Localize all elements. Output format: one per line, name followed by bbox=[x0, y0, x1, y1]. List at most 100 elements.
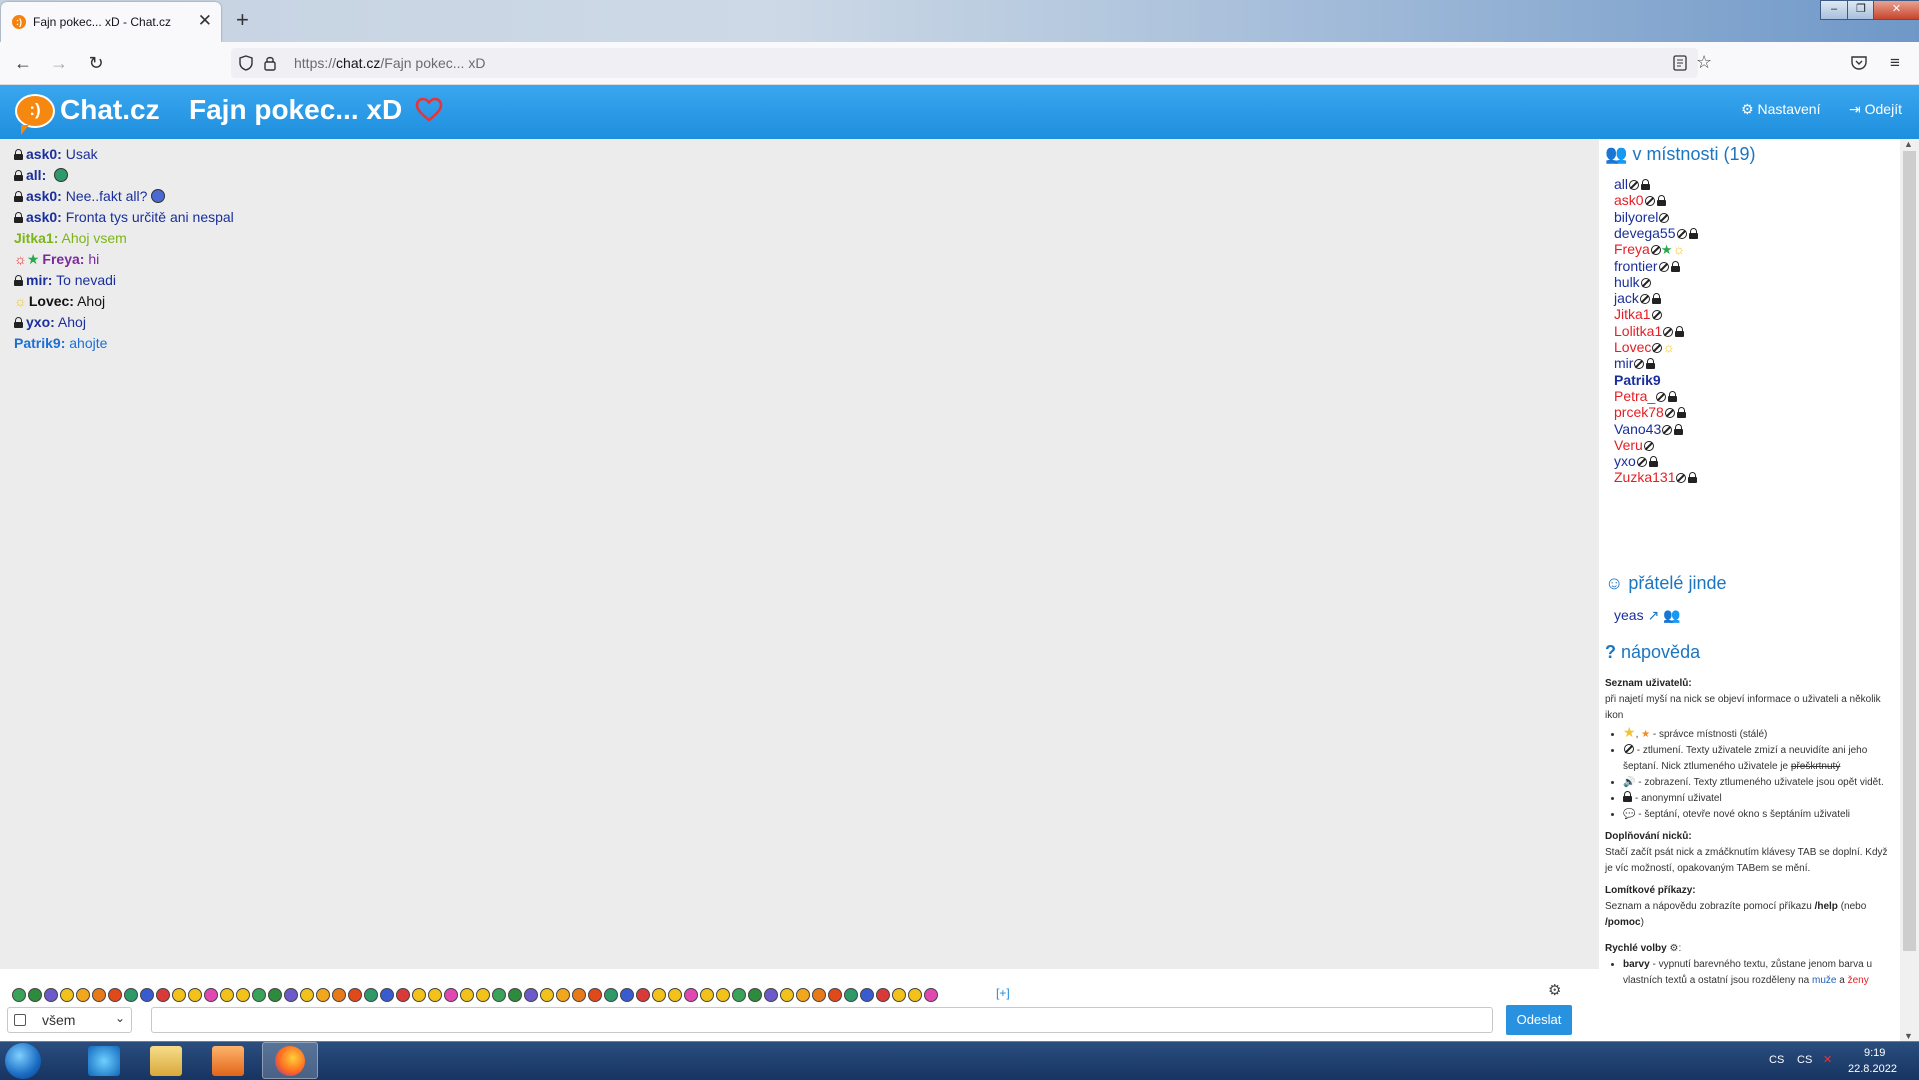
media-player-icon[interactable] bbox=[212, 1046, 244, 1076]
clock-time[interactable]: 9:19 bbox=[1864, 1047, 1885, 1059]
mute-icon[interactable] bbox=[1662, 424, 1673, 435]
emoticon-icon[interactable] bbox=[284, 987, 298, 1002]
emoticon-icon[interactable] bbox=[748, 987, 762, 1002]
emoticon-icon[interactable] bbox=[348, 987, 362, 1002]
sidebar-scrollbar[interactable]: ▲ ▼ bbox=[1900, 139, 1919, 1041]
firefox-taskbar-item[interactable] bbox=[262, 1042, 318, 1079]
emoticon-icon[interactable] bbox=[684, 987, 698, 1002]
emoticon-icon[interactable] bbox=[220, 987, 234, 1002]
more-emoticons-link[interactable]: [+] bbox=[996, 986, 1010, 1000]
emoticon-icon[interactable] bbox=[92, 987, 106, 1002]
men-link[interactable]: muže bbox=[1812, 975, 1836, 986]
reload-icon[interactable]: ↻ bbox=[85, 52, 107, 74]
emoticon-icon[interactable] bbox=[108, 987, 122, 1002]
emoticon-icon[interactable] bbox=[764, 987, 778, 1002]
mute-icon[interactable] bbox=[1651, 310, 1662, 321]
mute-icon[interactable] bbox=[1644, 196, 1655, 207]
friend-item[interactable]: yeas ↗ 👥 bbox=[1614, 607, 1681, 623]
internet-explorer-icon[interactable] bbox=[88, 1046, 120, 1076]
user-list-item[interactable]: Zuzka131 bbox=[1614, 469, 1700, 485]
user-list-item[interactable]: frontier bbox=[1614, 258, 1683, 274]
emoticon-icon[interactable] bbox=[332, 987, 346, 1002]
bookmark-star-icon[interactable]: ☆ bbox=[1696, 52, 1712, 73]
back-arrow-icon[interactable]: ← bbox=[12, 52, 34, 74]
user-list-item[interactable]: Lovec ☼ bbox=[1614, 339, 1675, 355]
emoticon-icon[interactable] bbox=[28, 987, 42, 1002]
url-text[interactable]: https://chat.cz/Fajn pokec... xD bbox=[294, 55, 485, 71]
scrollbar-thumb[interactable] bbox=[1903, 151, 1916, 951]
emoticon-icon[interactable] bbox=[44, 987, 58, 1002]
emoticon-icon[interactable] bbox=[268, 987, 282, 1002]
send-button[interactable]: Odeslat bbox=[1506, 1005, 1572, 1035]
emoticon-icon[interactable] bbox=[700, 987, 714, 1002]
emoticon-icon[interactable] bbox=[716, 987, 730, 1002]
emoticon-icon[interactable] bbox=[732, 987, 746, 1002]
mute-icon[interactable] bbox=[1676, 473, 1687, 484]
mute-icon[interactable] bbox=[1658, 261, 1669, 272]
user-list-item[interactable]: Vano43 bbox=[1614, 421, 1686, 437]
user-list-item[interactable]: Veru bbox=[1614, 437, 1654, 453]
logout-link[interactable]: ⇥ Odejít bbox=[1849, 101, 1902, 118]
browser-tab[interactable]: :) Fajn pokec... xD - Chat.cz ✕ bbox=[1, 2, 221, 42]
user-list-item[interactable]: all bbox=[1614, 176, 1653, 192]
emoticon-icon[interactable] bbox=[140, 987, 154, 1002]
clock-date[interactable]: 22.8.2022 bbox=[1848, 1063, 1897, 1075]
message-nick[interactable]: yxo: bbox=[26, 314, 55, 330]
emoticon-icon[interactable] bbox=[236, 987, 250, 1002]
mute-icon[interactable] bbox=[1643, 440, 1654, 451]
mute-icon[interactable] bbox=[1663, 326, 1674, 337]
mute-icon[interactable] bbox=[1636, 457, 1647, 468]
pocket-icon[interactable] bbox=[1851, 55, 1867, 70]
input-settings-gear-icon[interactable]: ⚙ bbox=[1548, 981, 1561, 999]
emoticon-icon[interactable] bbox=[412, 987, 426, 1002]
emoticon-icon[interactable] bbox=[540, 987, 554, 1002]
emoticon-icon[interactable] bbox=[860, 987, 874, 1002]
emoticon-icon[interactable] bbox=[156, 987, 170, 1002]
emoticon-icon[interactable] bbox=[668, 987, 682, 1002]
user-list-item[interactable]: Lolitka1 bbox=[1614, 323, 1687, 339]
mute-icon[interactable] bbox=[1664, 408, 1675, 419]
user-list-item[interactable]: bilyorel bbox=[1614, 209, 1670, 225]
emoticon-icon[interactable] bbox=[188, 987, 202, 1002]
users-group-icon[interactable]: 👥 bbox=[1663, 607, 1680, 623]
emoticon-icon[interactable] bbox=[908, 987, 922, 1002]
new-tab-button[interactable]: + bbox=[236, 8, 249, 32]
emoticon-icon[interactable] bbox=[812, 987, 826, 1002]
emoticon-icon[interactable] bbox=[892, 987, 906, 1002]
mute-icon[interactable] bbox=[1639, 294, 1650, 305]
shield-icon[interactable] bbox=[239, 55, 253, 71]
mute-icon[interactable] bbox=[1640, 277, 1651, 288]
chat-logo-icon[interactable]: :) bbox=[15, 94, 55, 135]
emoticon-icon[interactable] bbox=[652, 987, 666, 1002]
message-nick[interactable]: all: bbox=[26, 167, 46, 183]
mute-icon[interactable] bbox=[1659, 212, 1670, 223]
emoticon-icon[interactable] bbox=[620, 987, 634, 1002]
emoticon-icon[interactable] bbox=[828, 987, 842, 1002]
emoticon-icon[interactable] bbox=[876, 987, 890, 1002]
emoticon-icon[interactable] bbox=[780, 987, 794, 1002]
emoticon-icon[interactable] bbox=[460, 987, 474, 1002]
emoticon-icon[interactable] bbox=[60, 987, 74, 1002]
emoticon-icon[interactable] bbox=[444, 987, 458, 1002]
user-list-item[interactable]: Freya ★☼ bbox=[1614, 241, 1685, 258]
user-list-item[interactable]: devega55 bbox=[1614, 225, 1701, 241]
emoticon-icon[interactable] bbox=[316, 987, 330, 1002]
emoticon-icon[interactable] bbox=[428, 987, 442, 1002]
message-nick[interactable]: mir: bbox=[26, 272, 52, 288]
emoticon-icon[interactable] bbox=[556, 987, 570, 1002]
message-nick[interactable]: ask0: bbox=[26, 146, 62, 162]
favorite-heart-icon[interactable] bbox=[415, 96, 443, 124]
user-list-item[interactable]: Jitka1 bbox=[1614, 306, 1662, 322]
close-tab-icon[interactable]: ✕ bbox=[198, 11, 212, 31]
minimize-window-button[interactable]: – bbox=[1820, 0, 1848, 20]
lock-icon[interactable] bbox=[264, 55, 276, 71]
emoticon-icon[interactable] bbox=[924, 987, 938, 1002]
emoticon-icon[interactable] bbox=[796, 987, 810, 1002]
external-link-icon[interactable]: ↗ bbox=[1647, 607, 1659, 623]
emoticon-icon[interactable] bbox=[476, 987, 490, 1002]
message-nick[interactable]: ask0: bbox=[26, 188, 62, 204]
emoticon-icon[interactable] bbox=[604, 987, 618, 1002]
file-explorer-icon[interactable] bbox=[150, 1046, 182, 1076]
reader-view-icon[interactable] bbox=[1673, 55, 1687, 71]
emoticon-icon[interactable] bbox=[12, 987, 26, 1002]
